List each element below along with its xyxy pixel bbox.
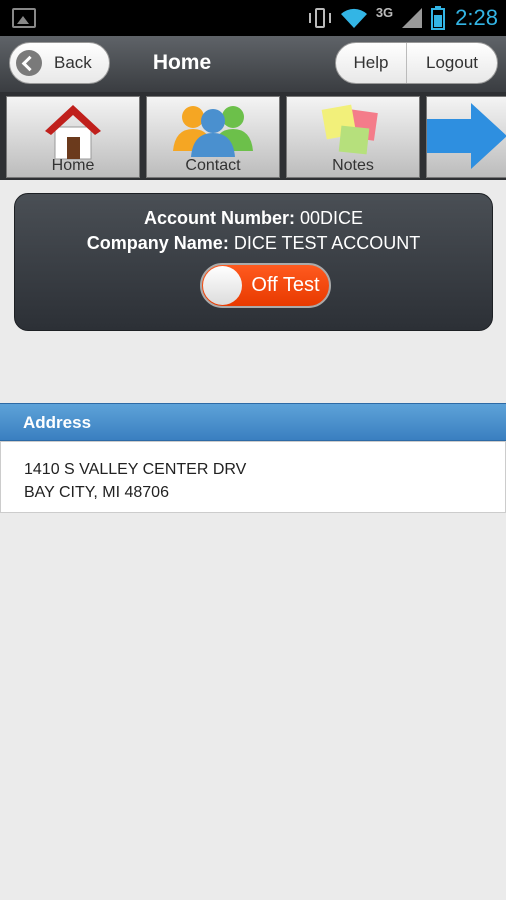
- contacts-icon: [173, 106, 253, 157]
- toolbar-item-notes[interactable]: Notes: [286, 96, 420, 178]
- toolbar-item-home[interactable]: Home: [6, 96, 140, 178]
- arrow-right-icon: [427, 103, 506, 169]
- network-type-label: 3G: [375, 4, 394, 20]
- home-icon: [45, 105, 101, 160]
- help-button[interactable]: Help: [336, 43, 407, 83]
- signal-icon: [401, 7, 423, 29]
- account-number-label: Account Number:: [143, 208, 295, 228]
- nav-bar: Back Home Help Logout: [0, 36, 506, 93]
- address-body[interactable]: 1410 S VALLEY CENTER DRV BAY CITY, MI 48…: [0, 441, 506, 513]
- battery-icon: [431, 6, 446, 30]
- notes-icon: [321, 104, 378, 155]
- account-number-line: Account Number: 00DICE: [15, 208, 492, 229]
- page-title: Home: [152, 51, 212, 74]
- address-line-1: 1410 S VALLEY CENTER DRV: [24, 461, 247, 478]
- company-name-label: Company Name:: [86, 233, 229, 253]
- company-name-value: DICE TEST ACCOUNT: [233, 233, 421, 253]
- vibrate-icon: [308, 7, 332, 29]
- address-section-header: Address: [0, 403, 506, 441]
- account-card: Account Number: 00DICE Company Name: DIC…: [14, 193, 493, 331]
- company-name-line: Company Name: DICE TEST ACCOUNT: [15, 233, 492, 254]
- toolbar-item-contact[interactable]: Contact: [146, 96, 280, 178]
- gallery-icon: [12, 8, 36, 28]
- toggle-label: Off Test: [251, 274, 320, 296]
- test-mode-toggle[interactable]: Off Test: [200, 263, 331, 308]
- toolbar-item-next[interactable]: [426, 96, 506, 178]
- icon-toolbar: Home Contact Notes: [0, 92, 506, 180]
- status-clock: 2:28: [455, 5, 498, 30]
- header-button-group: Help Logout: [335, 42, 498, 84]
- toolbar-item-label: Contact: [185, 157, 241, 174]
- status-bar: 3G 2:28: [0, 0, 506, 36]
- toggle-knob: [203, 266, 242, 305]
- toolbar-item-label: Notes: [332, 157, 374, 174]
- address-line-2: BAY CITY, MI 48706: [24, 484, 169, 501]
- logout-button[interactable]: Logout: [407, 43, 497, 83]
- status-icons: 3G 2:28: [308, 0, 498, 36]
- account-number-value: 00DICE: [300, 208, 364, 228]
- wifi-icon: [340, 7, 368, 29]
- toolbar-item-label: Home: [51, 157, 95, 174]
